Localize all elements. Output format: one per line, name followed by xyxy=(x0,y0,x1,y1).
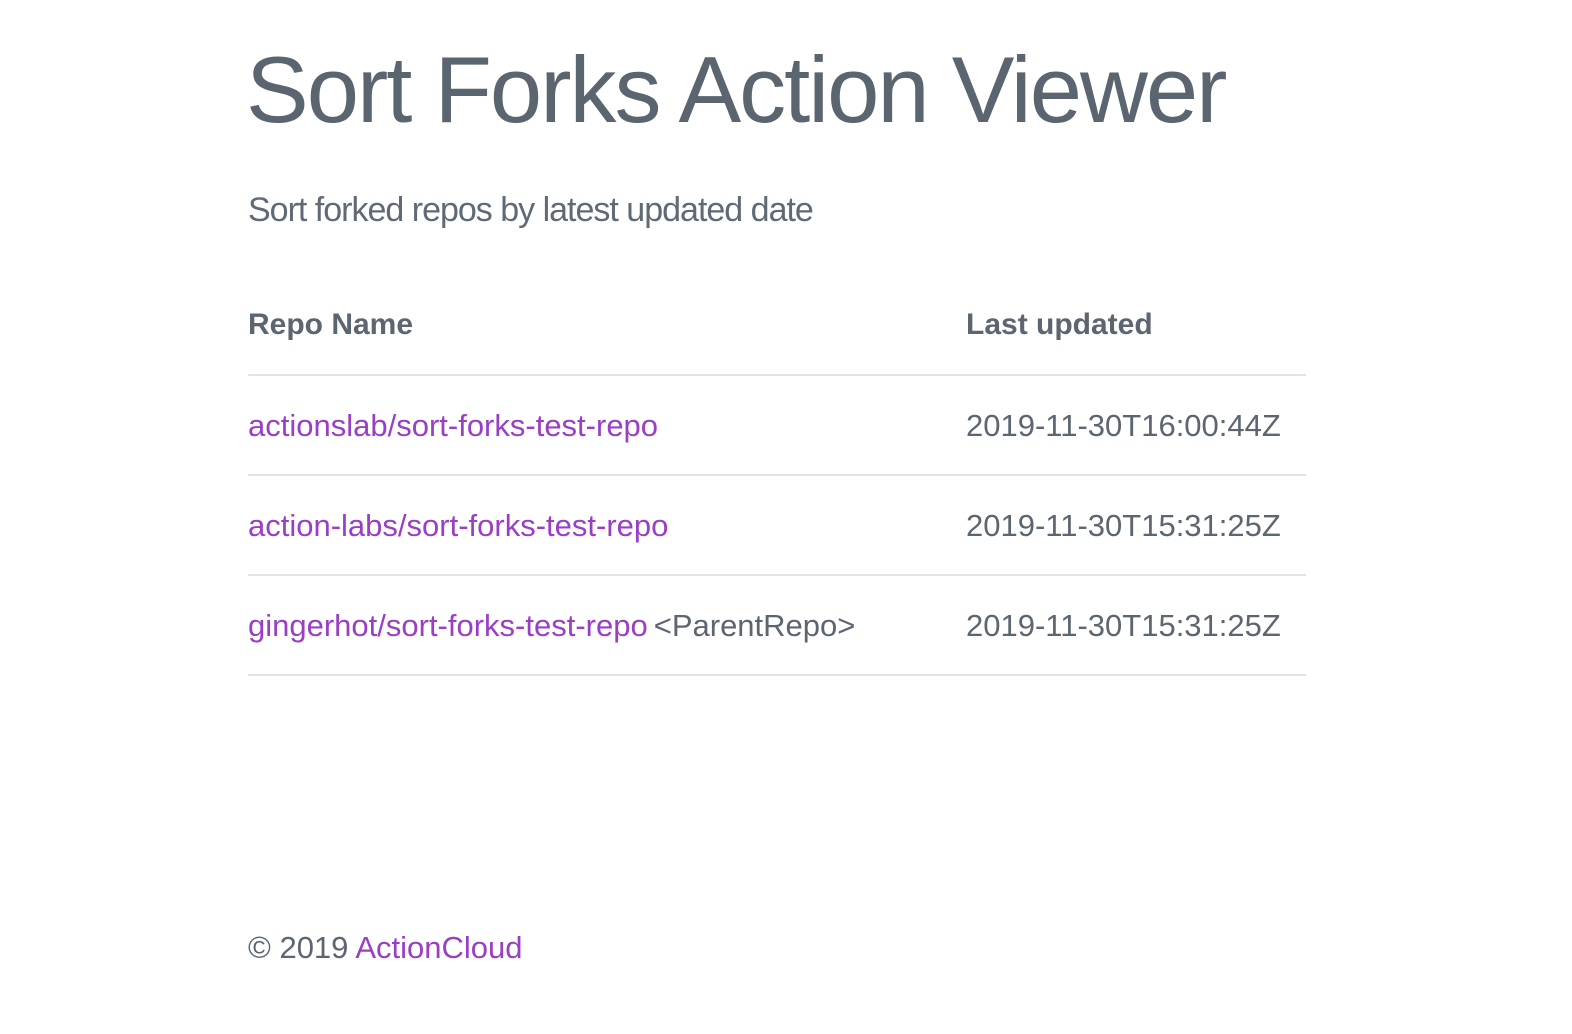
page-container: Sort Forks Action Viewer Sort forked rep… xyxy=(246,0,1306,1034)
last-updated-cell: 2019-11-30T15:31:25Z xyxy=(966,608,1281,643)
last-updated-cell: 2019-11-30T15:31:25Z xyxy=(966,508,1281,543)
table-row: gingerhot/sort-forks-test-repo <ParentRep… xyxy=(248,576,1306,676)
repo-link[interactable]: actionslab/sort-forks-test-repo xyxy=(248,408,658,443)
forks-table: Repo Name Last updated actionslab/sort-f… xyxy=(248,276,1306,676)
column-header-last-updated: Last updated xyxy=(966,308,1153,341)
footer: © 2019 ActionCloud xyxy=(248,930,522,966)
table-header: Repo Name Last updated xyxy=(248,276,1306,376)
table-row: action-labs/sort-forks-test-repo 2019-11… xyxy=(248,476,1306,576)
repo-name-cell: gingerhot/sort-forks-test-repo <ParentRep… xyxy=(248,608,855,644)
page-title: Sort Forks Action Viewer xyxy=(246,37,1227,142)
page-subtitle: Sort forked repos by latest updated date xyxy=(248,191,814,229)
table-row: actionslab/sort-forks-test-repo 2019-11-… xyxy=(248,376,1306,476)
actioncloud-link[interactable]: ActionCloud xyxy=(355,930,522,965)
repo-link[interactable]: action-labs/sort-forks-test-repo xyxy=(248,508,668,543)
repo-link[interactable]: gingerhot/sort-forks-test-repo xyxy=(248,608,648,643)
copyright-text: © 2019 xyxy=(248,930,349,965)
parent-repo-tag: <ParentRepo> xyxy=(653,608,856,643)
column-header-repo-name: Repo Name xyxy=(248,308,414,341)
last-updated-cell: 2019-11-30T16:00:44Z xyxy=(966,408,1281,443)
repo-name-cell: actionslab/sort-forks-test-repo xyxy=(248,408,658,444)
repo-name-cell: action-labs/sort-forks-test-repo xyxy=(248,508,668,544)
